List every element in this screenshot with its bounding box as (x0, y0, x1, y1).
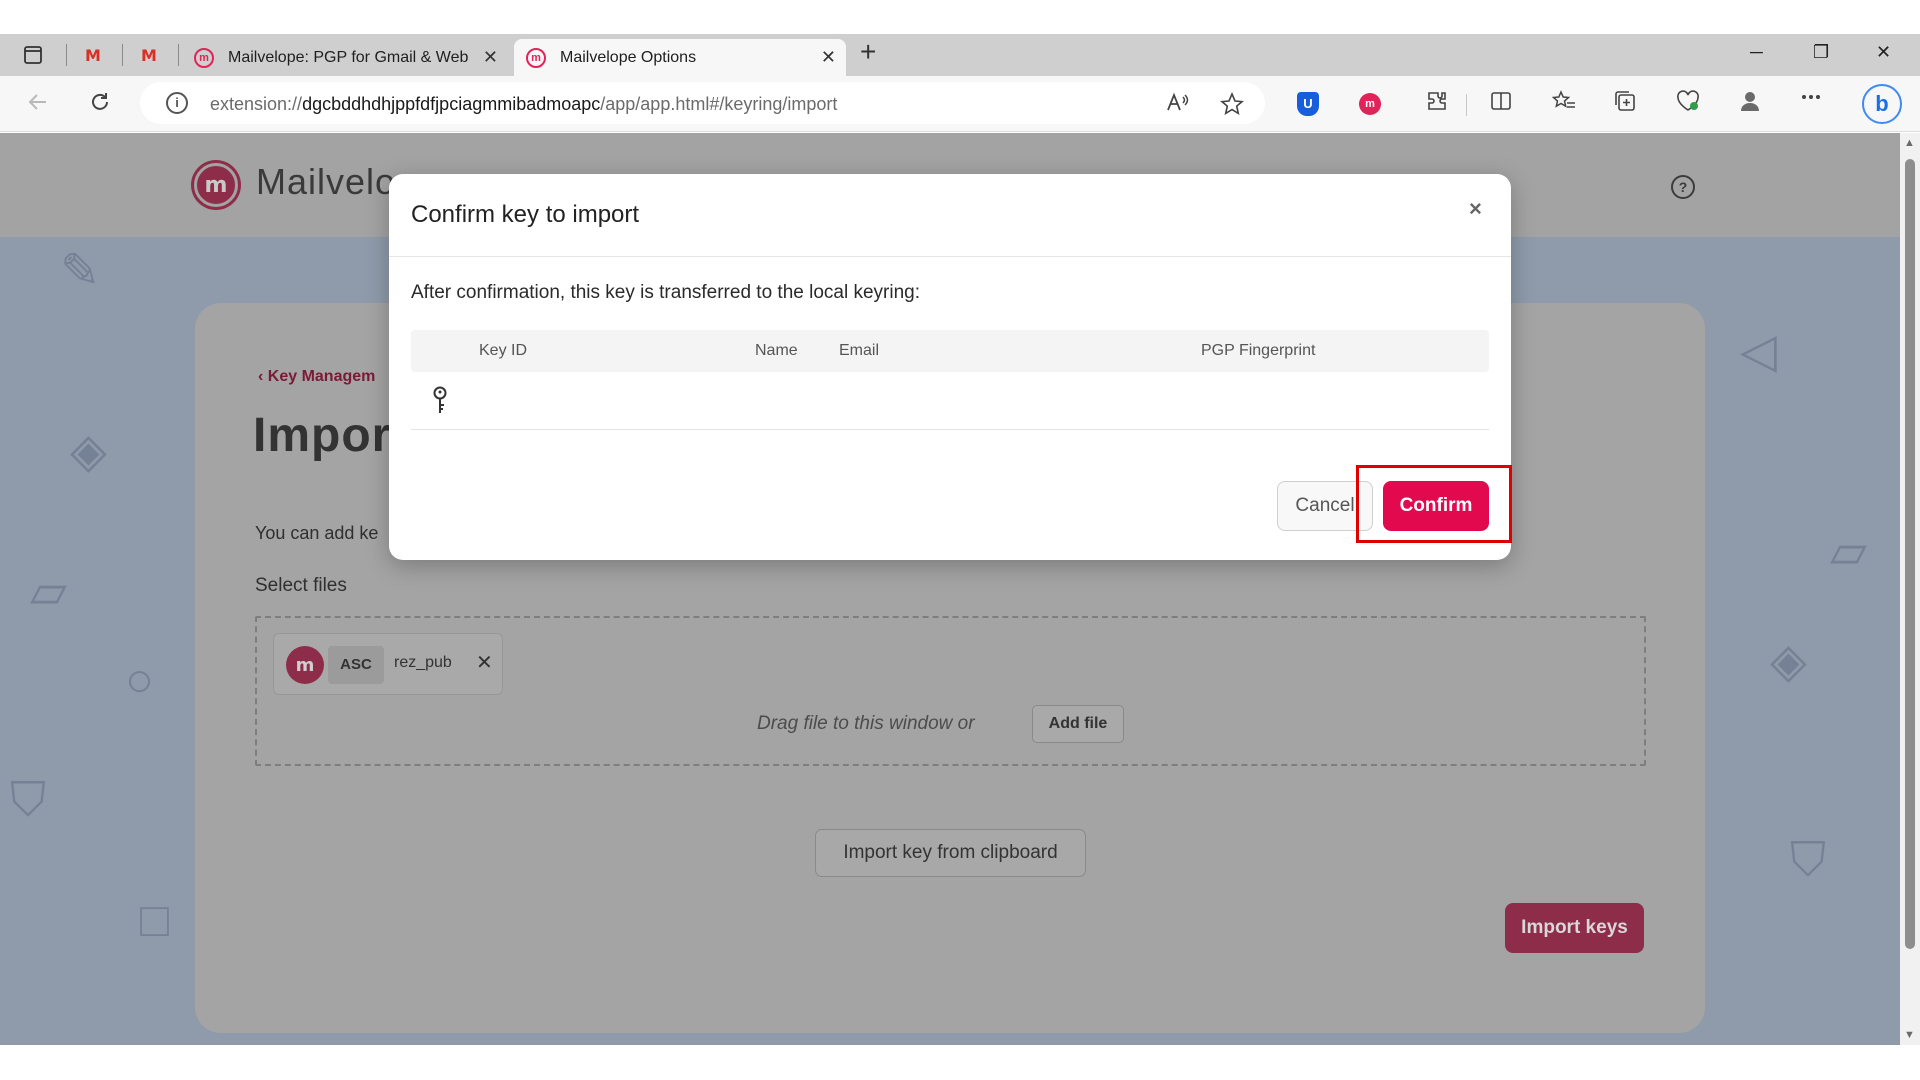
remove-file-icon[interactable]: ✕ (476, 650, 493, 675)
window-bottom-strip (0, 1045, 1920, 1080)
decorative-kite-icon: ✎ (60, 245, 101, 298)
file-extension-badge: ASC (328, 646, 384, 684)
file-chip: m ASC rez_pub ✕ (273, 633, 503, 695)
tab-title: Mailvelope: PGP for Gmail & Web (228, 48, 469, 66)
refresh-icon[interactable] (88, 90, 112, 120)
gmail-icon[interactable]: M (78, 40, 108, 70)
window-top-strip (0, 0, 1920, 34)
key-icon (431, 386, 449, 423)
file-name: rez_pub (394, 654, 452, 671)
breadcrumb[interactable]: ‹ Key Managem (258, 368, 375, 386)
column-email: Email (839, 342, 880, 359)
key-table-header: Key ID Name Email PGP Fingerprint (411, 330, 1489, 372)
tab-separator (178, 44, 179, 66)
address-toolbar: i extension://dgcbddhdhjppfdfjpciagmmiba… (0, 76, 1920, 132)
dialog-message: After confirmation, this key is transfer… (411, 282, 920, 303)
tab-bar: M M m Mailvelope: PGP for Gmail & Web ✕ … (0, 34, 1920, 76)
scroll-thumb[interactable] (1905, 159, 1915, 949)
decorative-kite-icon: ◈ (1770, 635, 1807, 688)
new-tab-button[interactable]: + (860, 38, 876, 66)
split-screen-icon[interactable] (1490, 90, 1512, 118)
tab-mailvelope-options[interactable]: m Mailvelope Options ✕ (514, 39, 846, 76)
decorative-square-icon: ▱ (1830, 525, 1867, 578)
decorative-kite-icon: ◈ (70, 425, 107, 478)
brand-name: Mailvelo (256, 161, 397, 202)
import-from-clipboard-button[interactable]: Import key from clipboard (815, 829, 1086, 877)
mailvelope-logo-icon: m (286, 646, 324, 684)
collections-icon[interactable] (1614, 90, 1636, 118)
restore-button[interactable]: ❐ (1813, 42, 1829, 63)
decorative-square-icon: □ (140, 894, 169, 947)
minimize-button[interactable]: ─ (1750, 42, 1763, 63)
close-window-button[interactable]: ✕ (1876, 42, 1891, 63)
file-dropzone[interactable]: m ASC rez_pub ✕ Drag file to this window… (255, 616, 1646, 766)
favorite-icon[interactable] (1220, 91, 1244, 122)
decorative-triangle-icon: ◁ (1740, 325, 1777, 378)
confirm-import-dialog: Confirm key to import × After confirmati… (389, 174, 1511, 560)
url-text[interactable]: extension://dgcbddhdhjppfdfjpciagmmibadm… (210, 94, 837, 115)
tab-title: Mailvelope Options (560, 48, 697, 66)
mailvelope-favicon-icon: m (194, 47, 214, 68)
close-icon[interactable]: × (1469, 196, 1482, 222)
read-aloud-icon[interactable] (1166, 92, 1190, 120)
tab-separator (66, 44, 67, 66)
tab-close-icon[interactable]: ✕ (483, 47, 498, 68)
tab-separator (122, 44, 123, 66)
column-name: Name (755, 342, 798, 359)
back-icon[interactable] (26, 90, 50, 120)
add-file-button[interactable]: Add file (1032, 705, 1124, 743)
intro-text: You can add ke (255, 523, 379, 543)
page-scrollbar[interactable]: ▲ ▼ (1900, 133, 1920, 1045)
tab-close-icon[interactable]: ✕ (821, 47, 836, 68)
tab-mailvelope-pgp[interactable]: m Mailvelope: PGP for Gmail & Web ✕ (182, 39, 508, 76)
bing-icon[interactable]: b (1862, 84, 1902, 124)
table-row (411, 372, 1489, 430)
profile-icon[interactable] (1740, 90, 1760, 118)
address-bar[interactable]: i extension://dgcbddhdhjppfdfjpciagmmiba… (140, 82, 1265, 124)
mailvelope-favicon-icon: m (526, 47, 546, 68)
scroll-up-icon[interactable]: ▲ (1904, 137, 1915, 149)
decorative-circle-icon: ○ (125, 654, 154, 707)
import-keys-button[interactable]: Import keys (1505, 903, 1644, 953)
decorative-square-icon: ▱ (30, 565, 67, 618)
info-icon[interactable]: i (166, 92, 188, 114)
mailvelope-icon[interactable]: m (1359, 93, 1381, 115)
confirm-highlight-box (1356, 465, 1512, 543)
more-icon[interactable] (1800, 86, 1822, 114)
column-fingerprint: PGP Fingerprint (1201, 342, 1316, 359)
key-table: Key ID Name Email PGP Fingerprint (411, 330, 1489, 430)
bitwarden-icon[interactable]: U (1297, 92, 1319, 116)
help-icon[interactable]: ? (1671, 175, 1695, 199)
dialog-divider (389, 256, 1511, 257)
column-key-id: Key ID (479, 342, 528, 359)
page-title: Impor (253, 409, 392, 462)
decorative-kite-icon: ⛉ (1790, 834, 1827, 887)
toolbar-separator (1466, 94, 1467, 116)
decorative-kite-icon: ⛉ (10, 774, 47, 827)
gmail-icon[interactable]: M (134, 40, 164, 70)
drag-hint: Drag file to this window or (757, 713, 975, 734)
extensions-icon[interactable] (1426, 90, 1448, 118)
browser-essentials-icon[interactable] (1676, 90, 1700, 118)
scroll-down-icon[interactable]: ▼ (1904, 1029, 1915, 1041)
select-files-label: Select files (255, 575, 347, 596)
mailvelope-logo-icon: m (194, 163, 238, 207)
favorites-icon[interactable] (1551, 90, 1576, 118)
sidebar-icon[interactable] (18, 40, 48, 70)
dialog-title: Confirm key to import (411, 201, 640, 228)
